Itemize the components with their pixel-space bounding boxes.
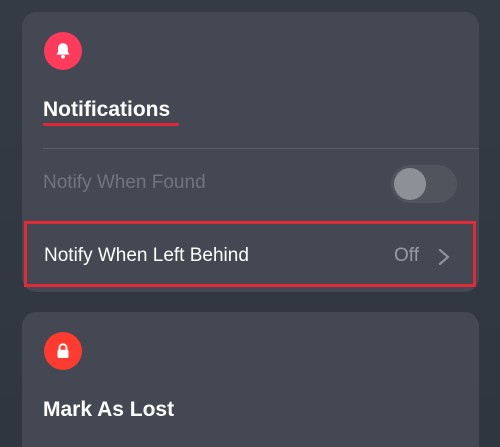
screen: Notifications Notify When Found Notify W… — [0, 0, 500, 447]
notify-when-left-behind-value: Off — [394, 245, 419, 266]
notifications-title: Notifications — [43, 98, 171, 121]
notify-when-found-label: Notify When Found — [43, 172, 206, 193]
toggle-knob — [394, 168, 426, 200]
chevron-right-icon — [438, 248, 450, 266]
lock-icon — [44, 332, 82, 370]
divider — [43, 148, 479, 149]
notifications-card: Notifications Notify When Found Notify W… — [22, 12, 479, 292]
mark-as-lost-card[interactable]: Mark As Lost — [22, 312, 479, 447]
title-highlight-underline — [43, 123, 179, 126]
notify-when-found-row: Notify When Found — [22, 152, 479, 214]
notify-when-left-behind-label: Notify When Left Behind — [44, 245, 249, 266]
notify-when-found-toggle[interactable] — [391, 165, 457, 203]
bell-icon — [44, 32, 82, 70]
notify-when-left-behind-row[interactable]: Notify When Left Behind Off — [24, 221, 476, 287]
mark-as-lost-title: Mark As Lost — [43, 398, 175, 421]
